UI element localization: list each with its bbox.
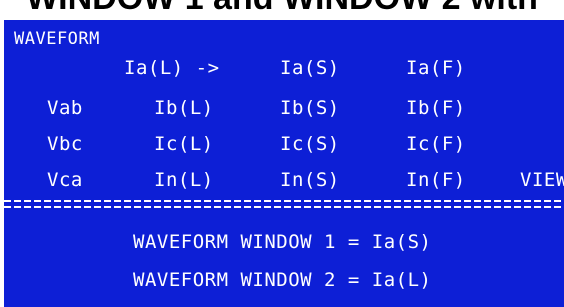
item-ic-l[interactable]: Ic(L) [154, 133, 214, 155]
item-in-s[interactable]: In(S) [280, 169, 340, 191]
item-view[interactable]: VIEW [520, 169, 564, 191]
item-in-l[interactable]: In(L) [154, 169, 214, 191]
item-ic-s[interactable]: Ic(S) [280, 133, 340, 155]
page-title: WINDOW 1 and WINDOW 2 with [0, 0, 564, 18]
item-ia-f[interactable]: Ia(F) [406, 57, 466, 79]
waveform-screen: WAVEFORM Ia(L) -> Ia(S) Ia(F) Vab Ib(L) … [4, 20, 564, 307]
page: WINDOW 1 and WINDOW 2 with WAVEFORM Ia(L… [0, 0, 564, 307]
item-ib-f[interactable]: Ib(F) [406, 97, 466, 119]
item-vab[interactable]: Vab [47, 97, 83, 119]
item-ia-s[interactable]: Ia(S) [280, 57, 340, 79]
status-window-1: WAVEFORM WINDOW 1 = Ia(S) [133, 231, 432, 253]
item-ib-s[interactable]: Ib(S) [280, 97, 340, 119]
screen-title: WAVEFORM [14, 29, 100, 49]
item-vca[interactable]: Vca [47, 169, 83, 191]
item-ib-l[interactable]: Ib(L) [154, 97, 214, 119]
item-ia-l[interactable]: Ia(L) -> [124, 57, 220, 79]
item-in-f[interactable]: In(F) [406, 169, 466, 191]
item-ic-f[interactable]: Ic(F) [406, 133, 466, 155]
status-window-2: WAVEFORM WINDOW 2 = Ia(L) [133, 269, 432, 291]
dashed-separator [4, 197, 564, 211]
item-vbc[interactable]: Vbc [47, 133, 83, 155]
